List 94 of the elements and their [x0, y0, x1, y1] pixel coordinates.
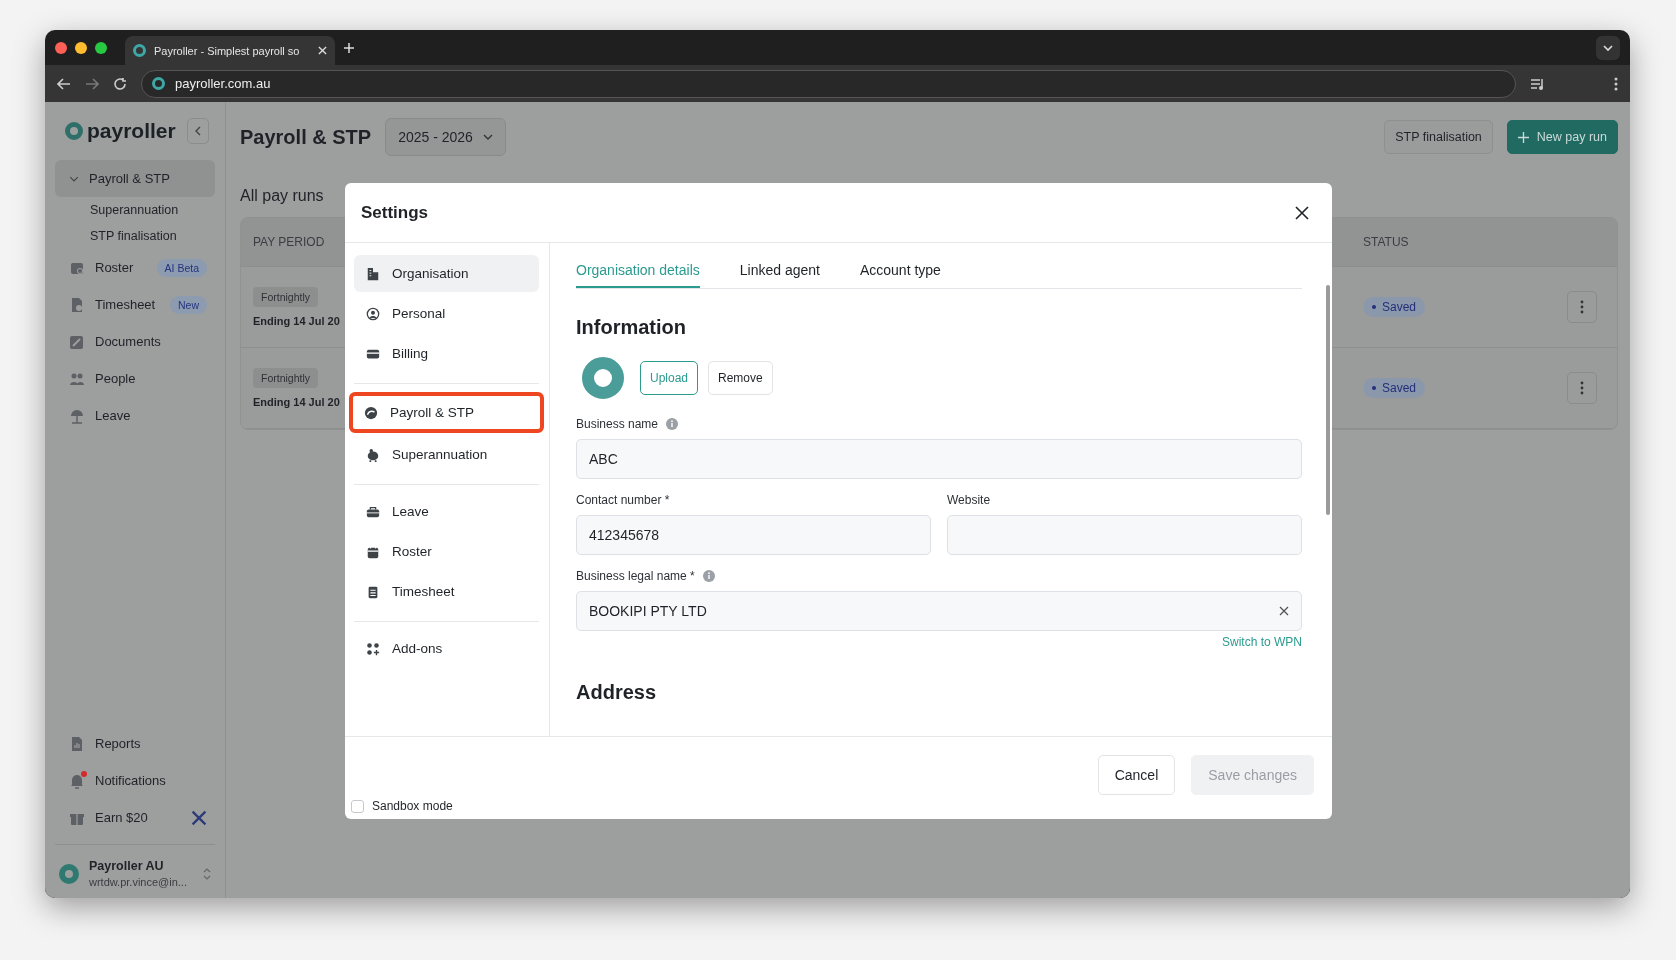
chevron-icon: [482, 134, 493, 140]
input-field[interactable]: ABC: [576, 439, 1302, 479]
pay-period: Ending 14 Jul 20: [253, 396, 340, 408]
sidebar-subitem[interactable]: Superannuation: [55, 197, 215, 223]
minimize-window-button[interactable]: [75, 41, 87, 54]
column-header: STATUS: [1351, 218, 1617, 267]
nav-icon: [366, 544, 380, 559]
settings-nav-item[interactable]: Add-ons: [354, 630, 539, 667]
frequency-tag: Fortnightly: [253, 287, 319, 307]
section-title: All pay runs: [240, 187, 325, 205]
field-label: Business name: [576, 417, 659, 431]
app-logo[interactable]: payroller: [65, 119, 176, 143]
settings-nav-item[interactable]: Personal: [354, 295, 539, 332]
year-dropdown[interactable]: 2025 - 2026: [385, 118, 506, 156]
status-badge: Saved: [1363, 297, 1426, 317]
header-button[interactable]: STP finalisation: [1384, 120, 1493, 154]
sidebar-subitem[interactable]: STP finalisation: [55, 223, 215, 249]
input-field[interactable]: [947, 515, 1302, 555]
section-heading: Address: [576, 681, 658, 704]
sidebar-item[interactable]: Notifications: [55, 762, 215, 799]
close-icon[interactable]: [1294, 204, 1310, 221]
nav-icon: [364, 405, 378, 420]
sidebar-item[interactable]: Earn $20: [55, 799, 215, 836]
nav-icon: [366, 641, 380, 656]
checkbox[interactable]: [351, 799, 364, 813]
back-icon[interactable]: [57, 76, 71, 91]
address-bar[interactable]: payroller.com.au: [141, 69, 1516, 98]
settings-nav-item[interactable]: Organisation: [354, 255, 539, 292]
account-avatar: [59, 863, 79, 884]
zoom-window-button[interactable]: [95, 41, 107, 54]
remove-button[interactable]: Remove: [708, 361, 773, 395]
settings-nav-item[interactable]: Superannuation: [354, 436, 539, 473]
info-icon[interactable]: [666, 418, 679, 430]
nav-icon: [366, 306, 380, 321]
more-icon: [1580, 300, 1584, 314]
nav-icon: [366, 584, 380, 599]
info-icon[interactable]: [702, 570, 715, 582]
settings-nav-item[interactable]: Timesheet: [354, 573, 539, 610]
sidebar-item[interactable]: Leave: [55, 397, 215, 434]
close-window-button[interactable]: [55, 41, 67, 54]
tab-list-icon[interactable]: [1596, 35, 1620, 60]
sidebar-badge: New: [170, 295, 207, 314]
sidebar-item[interactable]: People: [55, 360, 215, 397]
nav-icon: [366, 266, 380, 281]
clear-icon[interactable]: [1279, 606, 1289, 616]
sidebar-icon: [69, 407, 85, 424]
account-name: Payroller AU: [89, 859, 165, 873]
account-email: wrtdw.pr.vince@in...: [89, 876, 188, 888]
settings-nav-item[interactable]: Billing: [354, 335, 539, 372]
settings-nav-item[interactable]: Roster: [354, 533, 539, 570]
sidebar-item[interactable]: Timesheet New: [55, 286, 215, 323]
cancel-button[interactable]: Cancel: [1097, 755, 1176, 795]
switch-link[interactable]: Switch to WPN: [1222, 635, 1302, 649]
logo-avatar: [582, 357, 624, 399]
sidebar-icon: [69, 772, 85, 789]
nav-icon: [366, 504, 380, 519]
scrollbar[interactable]: [1326, 285, 1330, 515]
sidebar-item[interactable]: Payroll & STP: [55, 160, 215, 197]
reload-icon[interactable]: [113, 76, 127, 91]
new-tab-icon[interactable]: [343, 41, 355, 54]
menu-icon[interactable]: [1614, 76, 1618, 91]
sidebar-icon: [69, 296, 85, 313]
plus-icon: [1517, 131, 1529, 143]
tab[interactable]: Linked agent: [739, 262, 820, 288]
sidebar-icon: [69, 333, 85, 350]
input-field[interactable]: 412345678: [576, 515, 931, 555]
tab[interactable]: Account type: [859, 262, 941, 288]
section-heading: Information: [576, 316, 687, 339]
settings-nav-item[interactable]: Leave: [354, 493, 539, 530]
field-label: Contact number *: [576, 493, 670, 507]
checkbox-label: Sandbox mode: [372, 799, 453, 813]
frequency-tag: Fortnightly: [253, 368, 319, 388]
field-label: Website: [947, 493, 991, 507]
upload-button[interactable]: Upload: [640, 361, 699, 395]
status-badge: Saved: [1363, 378, 1426, 398]
new-pay-run-button[interactable]: New pay run: [1506, 120, 1618, 154]
sidebar-item[interactable]: Reports: [55, 725, 215, 762]
forward-icon[interactable]: [85, 76, 99, 91]
more-icon: [1580, 381, 1584, 395]
settings-nav-item[interactable]: Payroll & STP: [349, 392, 544, 433]
pay-period: Ending 14 Jul 20: [253, 315, 340, 327]
browser-tab[interactable]: Payroller - Simplest payroll so: [125, 36, 335, 65]
tab[interactable]: Organisation details: [576, 262, 700, 288]
page-title: Payroll & STP: [240, 125, 372, 149]
field-label: Business legal name *: [576, 569, 695, 583]
media-icon[interactable]: [1530, 76, 1546, 91]
input-field[interactable]: BOOKIPI PTY LTD: [576, 591, 1302, 631]
sidebar-item[interactable]: Roster AI Beta: [55, 249, 215, 286]
sidebar-icon: [69, 735, 85, 752]
dialog-title: Settings: [361, 202, 429, 223]
sidebar-badge: AI Beta: [156, 258, 207, 277]
nav-icon: [366, 447, 380, 462]
sidebar-item[interactable]: Documents: [55, 323, 215, 360]
chevron-icon: [195, 126, 201, 136]
